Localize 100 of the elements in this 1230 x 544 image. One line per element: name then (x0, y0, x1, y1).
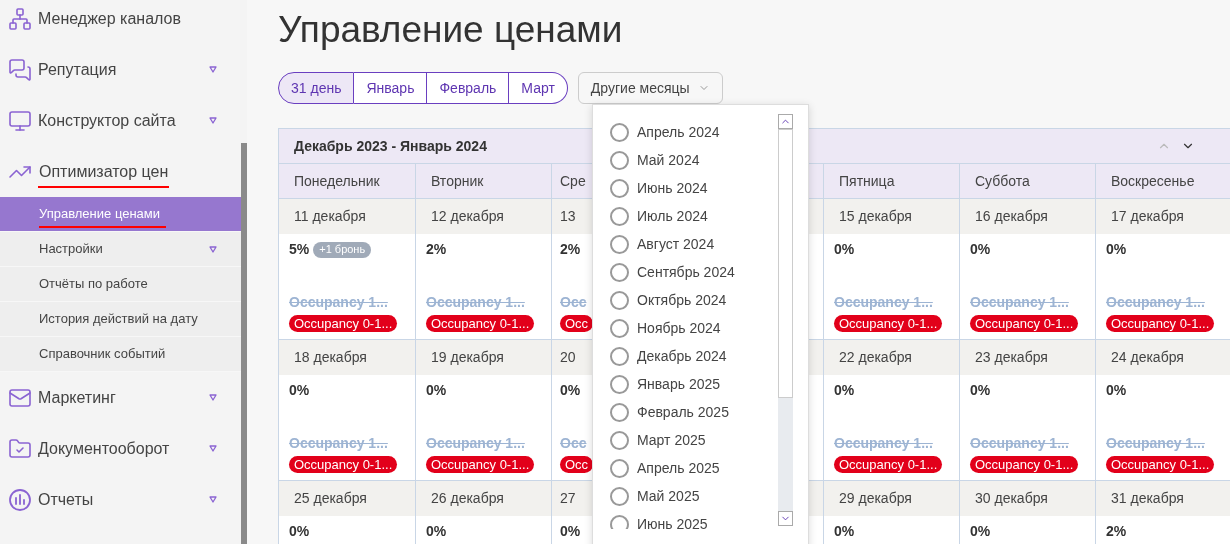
month-option[interactable]: Июнь 2025 (610, 510, 778, 529)
date-cell: 22 декабря (823, 340, 959, 375)
rule-badge: Occupancy 0-1... (289, 456, 398, 473)
occupancy-percent: 0% (834, 381, 855, 400)
sidebar-item[interactable]: Репутация (0, 44, 241, 95)
date-cell: 17 декабря (1095, 199, 1230, 234)
old-rule-name: Occupancy 1... (426, 293, 525, 312)
weekday-header: Суббота (959, 164, 1095, 198)
rule-badge: Occ (560, 456, 593, 473)
dropdown-scrollbar[interactable] (778, 114, 793, 526)
date-cell: 26 декабря (415, 481, 551, 516)
period-tab[interactable]: Февраль (427, 72, 510, 104)
radio-button[interactable] (610, 122, 629, 142)
rule-badge: Occupancy 0-1... (426, 315, 535, 332)
radio-button[interactable] (610, 430, 629, 450)
radio-button[interactable] (610, 514, 629, 529)
old-rule-name: Occupancy 1... (289, 434, 388, 453)
old-rule-name: Occupancy 1... (970, 434, 1069, 453)
occupancy-percent: 0% (289, 381, 310, 400)
occupancy-percent: 2% (426, 240, 447, 259)
month-option[interactable]: Май 2024 (610, 146, 778, 174)
sidebar-item[interactable]: Маркетинг (0, 372, 241, 423)
occupancy-percent: 0% (970, 522, 991, 541)
radio-button[interactable] (610, 346, 629, 366)
month-option[interactable]: Апрель 2024 (610, 118, 778, 146)
date-cell: 15 декабря (823, 199, 959, 234)
date-cell: 23 декабря (959, 340, 1095, 375)
sidebar-item[interactable]: Конструктор сайта (0, 95, 241, 146)
occupancy-percent: 0% (1106, 240, 1127, 259)
chat-icon (8, 57, 32, 82)
radio-button[interactable] (610, 318, 629, 338)
radio-button[interactable] (610, 206, 629, 226)
radio-button[interactable] (610, 374, 629, 394)
monitor-icon (8, 108, 32, 133)
date-cell: 19 декабря (415, 340, 551, 375)
radio-button[interactable] (610, 486, 629, 506)
period-tab[interactable]: 31 день (278, 72, 355, 104)
date-cell: 24 декабря (1095, 340, 1230, 375)
scroll-down-icon[interactable] (778, 511, 793, 526)
old-rule-name: Occupancy 1... (426, 434, 525, 453)
occupancy-percent: 0% (560, 381, 581, 400)
rule-badge: Occupancy 0-1... (834, 315, 943, 332)
rule-badge: Occupancy 0-1... (289, 315, 398, 332)
radio-button[interactable] (610, 290, 629, 310)
month-option[interactable]: Май 2025 (610, 482, 778, 510)
period-tab[interactable]: Январь (354, 72, 428, 104)
date-cell: 30 декабря (959, 481, 1095, 516)
date-cell-text: 25 декабря (293, 489, 368, 508)
occupancy-percent: 0% (834, 240, 855, 259)
old-rule-name: Occupancy 1... (970, 293, 1069, 312)
occupancy-percent: 2% (1106, 522, 1127, 541)
old-rule-name: Occupancy 1... (834, 434, 933, 453)
scrollbar[interactable] (241, 143, 247, 544)
sidebar-item[interactable]: Оптимизатор цен (0, 146, 241, 197)
radio-button[interactable] (610, 150, 629, 170)
rule-badge: Occ (560, 315, 593, 332)
scrollbar-thumb[interactable] (778, 129, 793, 398)
other-months-dropdown[interactable]: Другие месяцы (577, 72, 723, 104)
month-option[interactable]: Июль 2024 (610, 202, 778, 230)
month-option[interactable]: Сентябрь 2024 (610, 258, 778, 286)
weekday-header: Воскресенье (1095, 164, 1230, 198)
month-option[interactable]: Апрель 2025 (610, 454, 778, 482)
month-option[interactable]: Ноябрь 2024 (610, 314, 778, 342)
submenu-item[interactable]: Управление ценами (0, 197, 241, 232)
scroll-up-icon[interactable] (778, 114, 793, 129)
weekday-header: Понедельник (293, 171, 381, 191)
month-option[interactable]: Октябрь 2024 (610, 286, 778, 314)
radio-button[interactable] (610, 262, 629, 282)
old-rule-name: Occ (560, 434, 587, 453)
booking-badge: +1 бронь (313, 241, 372, 258)
weekday-header: Пятница (823, 164, 959, 198)
month-option[interactable]: Январь 2025 (610, 370, 778, 398)
sidebar-item[interactable]: Документооборот (0, 423, 241, 474)
old-rule-name: Occupancy 1... (1106, 434, 1205, 453)
old-rule-name: Occ (560, 293, 587, 312)
sidebar-item[interactable]: Менеджер каналов (0, 0, 241, 44)
radio-button[interactable] (610, 178, 629, 198)
old-rule-name: Occupancy 1... (834, 293, 933, 312)
period-tab[interactable]: Март (509, 72, 568, 104)
sidebar-item[interactable]: Отчеты (0, 474, 241, 525)
month-option[interactable]: Февраль 2025 (610, 398, 778, 426)
month-option[interactable]: Июнь 2024 (610, 174, 778, 202)
occupancy-percent: 0% (970, 381, 991, 400)
occupancy-percent: 0% (426, 381, 447, 400)
month-option[interactable]: Март 2025 (610, 426, 778, 454)
month-option[interactable]: Август 2024 (610, 230, 778, 258)
date-cell-text: 11 декабря (293, 207, 367, 226)
date-cell: 31 декабря (1095, 481, 1230, 516)
old-rule-name: Occupancy 1... (289, 293, 388, 312)
occupancy-percent: 0% (560, 522, 581, 541)
radio-button[interactable] (610, 402, 629, 422)
month-option[interactable]: Декабрь 2024 (610, 342, 778, 370)
rule-badge: Occupancy 0-1... (834, 456, 943, 473)
radio-button[interactable] (610, 458, 629, 478)
radio-button[interactable] (610, 234, 629, 254)
date-cell-text: 18 декабря (293, 348, 368, 367)
occupancy-percent: 0% (1106, 381, 1127, 400)
rule-badge: Occupancy 0-1... (1106, 315, 1215, 332)
folder-check-icon (8, 436, 32, 461)
bar-chart-icon (8, 487, 32, 512)
